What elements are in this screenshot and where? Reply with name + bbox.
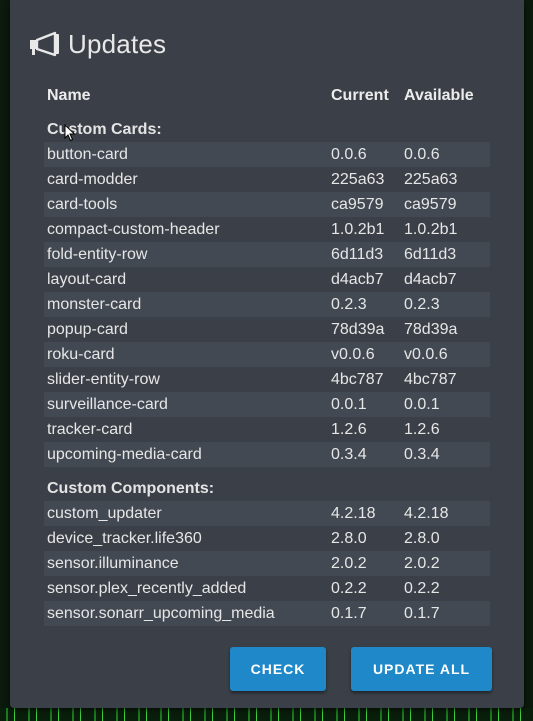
table-row: compact-custom-header 1.0.2b1 1.0.2b1 [44, 217, 490, 242]
table-row: popup-card 78d39a 78d39a [44, 317, 490, 342]
table-row: custom_updater 4.2.18 4.2.18 [44, 501, 490, 526]
row-current-version: 225a63 [331, 170, 385, 188]
row-name: device_tracker.life360 [47, 529, 202, 547]
table-row: button-card 0.0.6 0.0.6 [44, 142, 490, 167]
row-available-version: 2.8.0 [404, 529, 440, 547]
row-available-version: 0.1.7 [404, 604, 440, 622]
row-current-version: ca9579 [331, 195, 384, 213]
row-current-version: 0.1.7 [331, 604, 367, 622]
section-title: Custom Cards: [47, 121, 162, 138]
table-row: layout-card d4acb7 d4acb7 [44, 267, 490, 292]
row-name: card-tools [47, 195, 118, 213]
row-name: monster-card [47, 295, 142, 313]
row-current-version: 0.3.4 [331, 445, 367, 463]
section-custom-components: Custom Components: custom_updater 4.2.18 4.… [44, 477, 490, 626]
row-available-version: 225a63 [404, 170, 458, 188]
table-row: monster-card 0.2.3 0.2.3 [44, 292, 490, 317]
row-current-version: 1.0.2b1 [331, 220, 385, 238]
row-name: sensor.sonarr_upcoming_media [47, 604, 275, 622]
megaphone-icon [28, 29, 64, 59]
row-current-version: 2.8.0 [331, 529, 367, 547]
row-current-version: 4.2.18 [331, 504, 376, 522]
row-available-version: 0.0.1 [404, 395, 440, 413]
row-name: compact-custom-header [47, 220, 220, 238]
row-available-version: 0.0.6 [404, 145, 440, 163]
row-name: sensor.illuminance [47, 554, 179, 572]
row-available-version: d4acb7 [404, 270, 457, 288]
row-available-version: ca9579 [404, 195, 457, 213]
row-name: layout-card [47, 270, 127, 288]
table-row: upcoming-media-card 0.3.4 0.3.4 [44, 442, 490, 467]
row-current-version: 1.2.6 [331, 420, 367, 438]
column-current: Current [331, 87, 389, 104]
table-row: slider-entity-row 4bc787 4bc787 [44, 367, 490, 392]
section-custom-cards: Custom Cards: button-card 0.0.6 0.0.6 card-m… [44, 118, 490, 467]
row-name: roku-card [47, 345, 115, 363]
row-current-version: 0.0.1 [331, 395, 367, 413]
table-header: Name Current Available [44, 84, 490, 108]
row-name: card-modder [47, 170, 138, 188]
row-available-version: 0.2.2 [404, 579, 440, 597]
card-title: Updates [68, 28, 167, 59]
row-available-version: 4bc787 [404, 370, 457, 388]
row-current-version: 78d39a [331, 320, 385, 338]
background-strip [0, 708, 533, 721]
row-available-version: 0.2.3 [404, 295, 440, 313]
row-current-version: v0.0.6 [331, 345, 375, 363]
row-available-version: 1.2.6 [404, 420, 440, 438]
row-name: fold-entity-row [47, 245, 148, 263]
row-available-version: 78d39a [404, 320, 458, 338]
table-row: roku-card v0.0.6 v0.0.6 [44, 342, 490, 367]
row-current-version: 0.2.2 [331, 579, 367, 597]
row-name: surveillance-card [47, 395, 168, 413]
column-available: Available [404, 87, 474, 104]
row-name: slider-entity-row [47, 370, 160, 388]
row-current-version: d4acb7 [331, 270, 384, 288]
row-current-version: 0.0.6 [331, 145, 367, 163]
row-available-version: 1.0.2b1 [404, 220, 458, 238]
row-available-version: 6d11d3 [404, 245, 457, 263]
row-available-version: v0.0.6 [404, 345, 448, 363]
row-name: button-card [47, 145, 128, 163]
table-row: fold-entity-row 6d11d3 6d11d3 [44, 242, 490, 267]
mouse-cursor-icon [64, 123, 76, 147]
row-name: sensor.plex_recently_added [47, 579, 247, 597]
column-name: Name [47, 87, 91, 104]
row-name: tracker-card [47, 420, 133, 438]
update-all-button[interactable]: UPDATE ALL [351, 647, 492, 691]
card-header: Updates [28, 26, 166, 62]
table-row: device_tracker.life360 2.8.0 2.8.0 [44, 526, 490, 551]
check-button[interactable]: CHECK [230, 647, 326, 691]
updates-card: Updates Name Current Available Custom Ca… [10, 0, 524, 708]
table-row: surveillance-card 0.0.1 0.0.1 [44, 392, 490, 417]
row-name: custom_updater [47, 504, 162, 522]
row-current-version: 0.2.3 [331, 295, 367, 313]
row-current-version: 2.0.2 [331, 554, 367, 572]
table-row: tracker-card 1.2.6 1.2.6 [44, 417, 490, 442]
table-row: sensor.plex_recently_added 0.2.2 0.2.2 [44, 576, 490, 601]
table-row: sensor.sonarr_upcoming_media 0.1.7 0.1.7 [44, 601, 490, 626]
table-row: sensor.illuminance 2.0.2 2.0.2 [44, 551, 490, 576]
table-row: card-tools ca9579 ca9579 [44, 192, 490, 217]
row-available-version: 4.2.18 [404, 504, 449, 522]
row-name: popup-card [47, 320, 128, 338]
row-current-version: 6d11d3 [331, 245, 384, 263]
row-name: upcoming-media-card [47, 445, 202, 463]
table-row: card-modder 225a63 225a63 [44, 167, 490, 192]
row-available-version: 0.3.4 [404, 445, 440, 463]
row-available-version: 2.0.2 [404, 554, 440, 572]
row-current-version: 4bc787 [331, 370, 384, 388]
section-title: Custom Components: [47, 480, 215, 497]
updates-table: Name Current Available Custom Cards: butt… [44, 84, 490, 626]
